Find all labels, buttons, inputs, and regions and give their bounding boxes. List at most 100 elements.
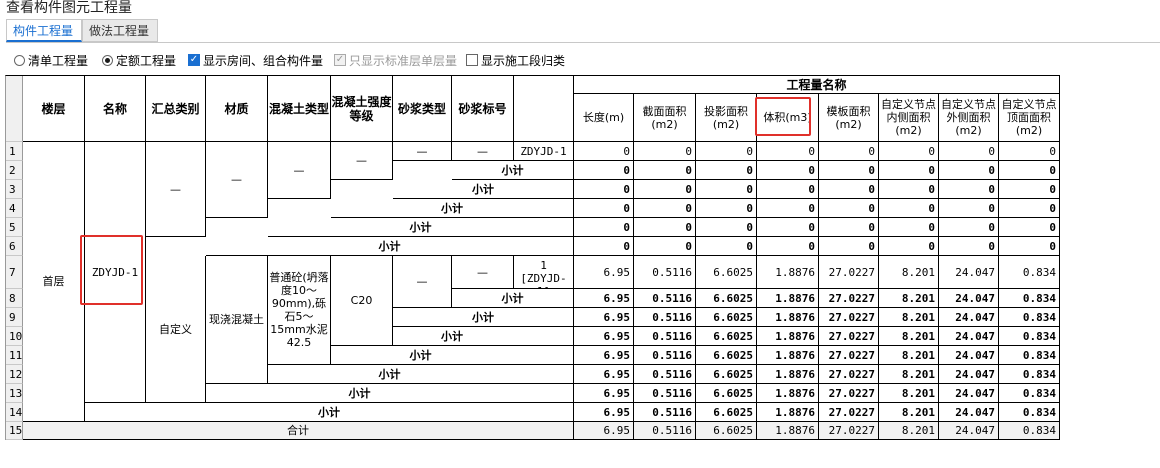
- value-proj-area[interactable]: 0: [696, 142, 757, 161]
- value-node-outer[interactable]: 24.047: [939, 346, 999, 365]
- value-formwork[interactable]: 0: [819, 237, 879, 256]
- value-node-top[interactable]: 0.834: [999, 327, 1060, 346]
- value-node-top[interactable]: 0: [999, 237, 1060, 256]
- quota-qty-radio[interactable]: 定额工程量: [102, 51, 176, 69]
- total-formwork[interactable]: 27.0227: [819, 422, 879, 440]
- value-node-inner[interactable]: 8.201: [879, 403, 939, 422]
- value-volume[interactable]: 1.8876: [757, 308, 819, 327]
- value-length[interactable]: 0: [574, 161, 634, 180]
- mortar-type-cell-2[interactable]: —: [393, 256, 452, 308]
- value-node-inner[interactable]: 8.201: [879, 327, 939, 346]
- value-node-outer[interactable]: 0: [939, 199, 999, 218]
- value-node-inner[interactable]: 0: [879, 199, 939, 218]
- total-section-area[interactable]: 0.5116: [634, 422, 696, 440]
- value-formwork[interactable]: 27.0227: [819, 365, 879, 384]
- value-node-outer[interactable]: 24.047: [939, 327, 999, 346]
- material-cell[interactable]: —: [206, 142, 268, 218]
- value-volume[interactable]: 1.8876: [757, 256, 819, 289]
- value-node-top[interactable]: 0.834: [999, 346, 1060, 365]
- value-node-outer[interactable]: 24.047: [939, 403, 999, 422]
- value-node-outer[interactable]: 24.047: [939, 365, 999, 384]
- value-formwork[interactable]: 27.0227: [819, 308, 879, 327]
- value-node-inner[interactable]: 0: [879, 218, 939, 237]
- value-volume[interactable]: 1.8876: [757, 346, 819, 365]
- std-floor-checkbox[interactable]: ✓ 只显示标准层单层量: [334, 51, 457, 69]
- tab-component-qty[interactable]: 构件工程量: [6, 19, 82, 42]
- value-volume[interactable]: 0: [757, 142, 819, 161]
- total-length[interactable]: 6.95: [574, 422, 634, 440]
- value-volume[interactable]: 1.8876: [757, 365, 819, 384]
- value-length[interactable]: 0: [574, 142, 634, 161]
- value-section-area[interactable]: 0: [634, 218, 696, 237]
- value-node-top[interactable]: 0.834: [999, 256, 1060, 289]
- value-length[interactable]: 6.95: [574, 384, 634, 403]
- value-node-outer[interactable]: 0: [939, 237, 999, 256]
- value-node-top[interactable]: 0: [999, 142, 1060, 161]
- value-section-area[interactable]: 0: [634, 237, 696, 256]
- value-node-inner[interactable]: 8.201: [879, 384, 939, 403]
- value-proj-area[interactable]: 6.6025: [696, 403, 757, 422]
- value-node-inner[interactable]: 8.201: [879, 308, 939, 327]
- value-section-area[interactable]: 0: [634, 180, 696, 199]
- mortar-grade-cell[interactable]: —: [452, 142, 514, 161]
- value-formwork[interactable]: 0: [819, 142, 879, 161]
- value-length[interactable]: 0: [574, 199, 634, 218]
- value-section-area[interactable]: 0: [634, 161, 696, 180]
- value-proj-area[interactable]: 6.6025: [696, 365, 757, 384]
- value-node-top[interactable]: 0.834: [999, 308, 1060, 327]
- value-node-top[interactable]: 0.834: [999, 403, 1060, 422]
- total-node-inner[interactable]: 8.201: [879, 422, 939, 440]
- value-node-inner[interactable]: 0: [879, 161, 939, 180]
- value-formwork[interactable]: 27.0227: [819, 384, 879, 403]
- item-cell-full[interactable]: ZDYJD-1-1 [ZDYJD-1]: [514, 256, 574, 289]
- value-volume[interactable]: 0: [757, 199, 819, 218]
- value-volume[interactable]: 0: [757, 180, 819, 199]
- value-formwork[interactable]: 27.0227: [819, 346, 879, 365]
- value-length[interactable]: 0: [574, 180, 634, 199]
- grade-cell[interactable]: —: [331, 142, 393, 180]
- value-volume[interactable]: 1.8876: [757, 327, 819, 346]
- list-qty-radio[interactable]: 清单工程量: [14, 51, 88, 69]
- mortar-grade-cell-2[interactable]: —: [452, 256, 514, 289]
- value-formwork[interactable]: 27.0227: [819, 256, 879, 289]
- value-node-outer[interactable]: 0: [939, 161, 999, 180]
- value-node-top[interactable]: 0: [999, 218, 1060, 237]
- value-proj-area[interactable]: 6.6025: [696, 256, 757, 289]
- value-section-area[interactable]: 0.5116: [634, 384, 696, 403]
- value-length[interactable]: 6.95: [574, 308, 634, 327]
- total-proj-area[interactable]: 6.6025: [696, 422, 757, 440]
- value-proj-area[interactable]: 0: [696, 161, 757, 180]
- value-volume[interactable]: 1.8876: [757, 384, 819, 403]
- value-proj-area[interactable]: 0: [696, 180, 757, 199]
- value-section-area[interactable]: 0: [634, 199, 696, 218]
- value-length[interactable]: 6.95: [574, 365, 634, 384]
- value-node-inner[interactable]: 0: [879, 237, 939, 256]
- value-node-outer[interactable]: 24.047: [939, 308, 999, 327]
- value-section-area[interactable]: 0.5116: [634, 256, 696, 289]
- value-proj-area[interactable]: 6.6025: [696, 308, 757, 327]
- value-volume[interactable]: 0: [757, 218, 819, 237]
- value-formwork[interactable]: 27.0227: [819, 403, 879, 422]
- value-node-outer[interactable]: 0: [939, 218, 999, 237]
- value-node-outer[interactable]: 24.047: [939, 384, 999, 403]
- value-section-area[interactable]: 0.5116: [634, 365, 696, 384]
- value-formwork[interactable]: 0: [819, 218, 879, 237]
- total-node-top[interactable]: 0.834: [999, 422, 1060, 440]
- total-volume[interactable]: 1.8876: [757, 422, 819, 440]
- value-node-inner[interactable]: 0: [879, 142, 939, 161]
- value-proj-area[interactable]: 0: [696, 237, 757, 256]
- value-length[interactable]: 6.95: [574, 327, 634, 346]
- value-node-outer[interactable]: 24.047: [939, 256, 999, 289]
- value-length[interactable]: 6.95: [574, 256, 634, 289]
- value-volume[interactable]: 1.8876: [757, 289, 819, 308]
- value-node-top[interactable]: 0: [999, 161, 1060, 180]
- value-length[interactable]: 6.95: [574, 346, 634, 365]
- value-length[interactable]: 0: [574, 218, 634, 237]
- value-node-outer[interactable]: 0: [939, 142, 999, 161]
- value-formwork[interactable]: 0: [819, 161, 879, 180]
- total-node-outer[interactable]: 24.047: [939, 422, 999, 440]
- show-section-checkbox[interactable]: 显示施工段归类: [466, 51, 565, 69]
- category-cell-custom[interactable]: 自定义: [146, 256, 206, 403]
- value-length[interactable]: 6.95: [574, 289, 634, 308]
- value-proj-area[interactable]: 0: [696, 218, 757, 237]
